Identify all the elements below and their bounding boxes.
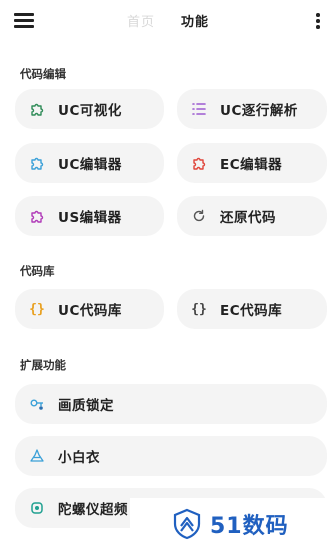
top-bar: 首页 功能 bbox=[0, 0, 330, 44]
shield-logo-icon bbox=[173, 508, 201, 540]
person-icon bbox=[29, 448, 45, 464]
ec-editor-button[interactable]: EC编辑器 bbox=[177, 143, 327, 183]
uc-line-parse-button[interactable]: UC逐行解析 bbox=[177, 89, 327, 129]
uc-code-library-button[interactable]: {} UC代码库 bbox=[15, 289, 164, 329]
section-title-code-lib: 代码库 bbox=[20, 264, 55, 278]
section-title-extensions: 扩展功能 bbox=[20, 358, 66, 372]
refresh-icon bbox=[191, 208, 207, 224]
puzzle-icon bbox=[29, 155, 45, 171]
tab-bar: 首页 功能 bbox=[127, 11, 209, 30]
quality-lock-label: 画质锁定 bbox=[58, 398, 114, 414]
key-icon bbox=[29, 396, 45, 412]
xiaobaiyi-label: 小白衣 bbox=[58, 450, 100, 466]
uc-editor-label: UC编辑器 bbox=[58, 157, 122, 173]
uc-editor-button[interactable]: UC编辑器 bbox=[15, 143, 164, 183]
us-editor-button[interactable]: US编辑器 bbox=[15, 196, 164, 236]
list-icon bbox=[191, 101, 207, 117]
puzzle-icon bbox=[29, 208, 45, 224]
puzzle-icon bbox=[29, 101, 45, 117]
watermark-text: 51数码 bbox=[210, 514, 289, 539]
hamburger-menu-icon[interactable] bbox=[14, 12, 36, 28]
xiaobaiyi-button[interactable]: 小白衣 bbox=[15, 436, 327, 476]
puzzle-icon bbox=[191, 155, 207, 171]
braces-icon: {} bbox=[191, 301, 207, 317]
uc-code-library-label: UC代码库 bbox=[58, 303, 122, 319]
ec-code-library-label: EC代码库 bbox=[220, 303, 283, 319]
uc-visual-label: UC可视化 bbox=[58, 103, 122, 119]
restore-code-label: 还原代码 bbox=[220, 210, 276, 226]
gyroscope-icon bbox=[29, 500, 45, 516]
section-title-code-edit: 代码编辑 bbox=[20, 67, 66, 81]
braces-icon: {} bbox=[29, 301, 45, 317]
uc-visual-button[interactable]: UC可视化 bbox=[15, 89, 164, 129]
restore-code-button[interactable]: 还原代码 bbox=[177, 196, 327, 236]
gyroscope-overclock-label: 陀螺仪超频 bbox=[58, 502, 128, 518]
quality-lock-button[interactable]: 画质锁定 bbox=[15, 384, 327, 424]
more-options-icon[interactable] bbox=[314, 10, 322, 30]
watermark-logo: 51数码 bbox=[130, 498, 330, 550]
uc-line-parse-label: UC逐行解析 bbox=[220, 103, 298, 119]
ec-editor-label: EC编辑器 bbox=[220, 157, 283, 173]
us-editor-label: US编辑器 bbox=[58, 210, 122, 226]
ec-code-library-button[interactable]: {} EC代码库 bbox=[177, 289, 327, 329]
tab-functions[interactable]: 功能 bbox=[181, 11, 209, 30]
tab-home[interactable]: 首页 bbox=[127, 11, 155, 30]
